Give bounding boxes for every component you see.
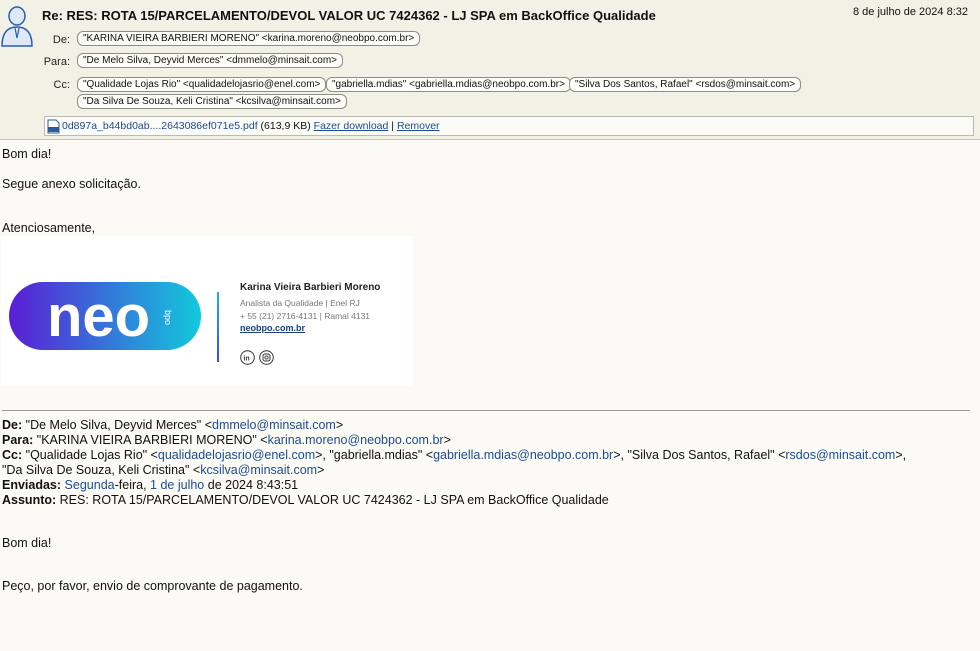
quoted-cc-text: >, "gabriella.mdias" < [315,448,434,462]
cc-address-chip[interactable]: "Da Silva De Souza, Keli Cristina" <kcsi… [77,94,347,109]
attachment-size: (613,9 KB) [260,120,311,132]
signature-role: Analista da Qualidade | Enel RJ [240,298,360,308]
quoted-to-name: "KARINA VIEIRA BARBIERI MORENO" < [36,433,268,447]
linkedin-icon[interactable]: in [240,350,255,365]
quoted-cc: Cc: "Qualidade Lojas Rio" <qualidadeloja… [2,448,906,462]
signature-website-link[interactable]: neobpo.com.br [240,323,305,333]
body-greeting: Bom dia! [2,147,52,161]
quoted-subject-label: Assunto: [2,493,57,507]
email-signature: neo bpo Karina Vieira Barbieri Moreno An… [1,236,413,386]
quoted-cc-email-link[interactable]: qualidadelojasrio@enel.com [158,448,315,462]
quoted-cc-continued: "Da Silva De Souza, Keli Cristina" <kcsi… [2,463,324,477]
signature-divider [217,292,219,362]
quoted-cc-email-link[interactable]: kcsilva@minsait.com [200,463,317,477]
attachment-separator: | [391,120,395,132]
logo-text: neo [47,284,150,349]
cc-address-chip[interactable]: "Qualidade Lojas Rio" <qualidadelojasrio… [77,77,327,92]
quoted-from-end: > [335,418,344,432]
from-address-chip[interactable]: "KARINA VIEIRA BARBIERI MORENO" <karina.… [77,31,421,46]
cc-address-chip[interactable]: "gabriella.mdias" <gabriella.mdias@neobp… [326,77,571,92]
contact-avatar-icon [1,6,33,47]
quoted-sent-label: Enviadas: [2,478,62,492]
instagram-icon[interactable] [259,350,274,365]
attachment-filename[interactable]: 0d897a_b44bd0ab....2643086ef071e5.pdf [62,120,258,132]
quoted-cc-label: Cc: [2,448,23,462]
body-closing: Atenciosamente, [2,221,96,235]
signature-name: Karina Vieira Barbieri Moreno [240,282,381,293]
quoted-subject: Assunto: RES: ROTA 15/PARCELAMENTO/DEVOL… [2,493,609,507]
quoted-from-label: De: [2,418,23,432]
quoted-cc-text: "Qualidade Lojas Rio" < [25,448,158,462]
remove-link[interactable]: Remover [397,120,440,132]
quoted-cc-email-link[interactable]: rsdos@minsait.com [785,448,895,462]
quoted-greeting: Bom dia! [2,536,52,550]
quoted-to: Para: "KARINA VIEIRA BARBIERI MORENO" <k… [2,433,451,447]
quoted-cc-text: > [317,463,325,477]
quoted-subject-text: RES: ROTA 15/PARCELAMENTO/DEVOL VALOR UC… [59,493,609,507]
attachment-bar: 0d897a_b44bd0ab....2643086ef071e5.pdf (6… [44,116,974,136]
pdf-file-icon [47,119,60,134]
quoted-request: Peço, por favor, envio de comprovante de… [2,579,303,593]
quoted-to-end: > [443,433,451,447]
to-address-chip[interactable]: "De Melo Silva, Deyvid Merces" <dmmelo@m… [77,53,343,68]
neo-bpo-logo: neo bpo [9,282,201,350]
signature-phone: + 55 (21) 2716-4131 | Ramal 4131 [240,311,371,321]
cc-address-chip[interactable]: "Silva Dos Santos, Rafael" <rsdos@minsai… [569,77,802,92]
quoted-sent-date-link[interactable]: 1 de julho [150,478,204,492]
message-date: 8 de julho de 2024 8:32 [853,6,968,18]
quoted-sent-day-link[interactable]: Segunda [65,478,115,492]
quoted-cc-text: >, "Silva Dos Santos, Rafael" < [613,448,786,462]
quoted-from: De: "De Melo Silva, Deyvid Merces" <dmme… [2,418,343,432]
quoted-cc-text: >, [895,448,907,462]
download-link[interactable]: Fazer download [314,120,389,132]
logo-subtext: bpo [163,310,173,325]
quoted-sent-text: -feira, [114,478,151,492]
quoted-cc-email-link[interactable]: gabriella.mdias@neobpo.com.br [433,448,613,462]
quoted-from-name: "De Melo Silva, Deyvid Merces" < [25,418,213,432]
quoted-from-email-link[interactable]: dmmelo@minsait.com [212,418,336,432]
message-subject: Re: RES: ROTA 15/PARCELAMENTO/DEVOL VALO… [42,8,656,23]
cc-label: Cc: [53,79,71,91]
quoted-sent: Enviadas: Segunda-feira, 1 de julho de 2… [2,478,298,492]
quoted-sent-text: de 2024 8:43:51 [204,478,299,492]
quoted-cc-text: "Da Silva De Souza, Keli Cristina" < [2,463,201,477]
quoted-to-email-link[interactable]: karina.moreno@neobpo.com.br [268,433,444,447]
quote-divider [2,410,970,411]
to-label: Para: [43,56,70,68]
body-line: Segue anexo solicitação. [2,177,141,191]
svg-text:in: in [243,356,249,363]
from-label: De: [52,34,70,46]
quoted-to-label: Para: [2,433,34,447]
message-header: Re: RES: ROTA 15/PARCELAMENTO/DEVOL VALO… [0,0,980,140]
